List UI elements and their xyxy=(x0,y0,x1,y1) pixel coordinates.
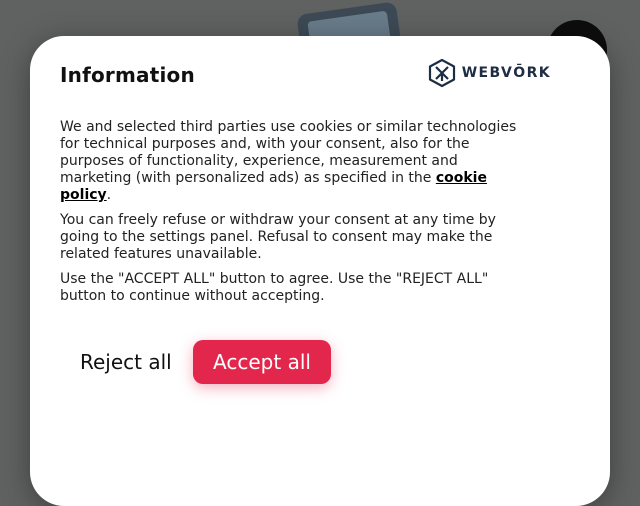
webvork-logo-text: WEBVŌRK xyxy=(461,65,551,81)
accept-all-button[interactable]: Accept all xyxy=(193,340,331,384)
webvork-logo-icon xyxy=(428,58,455,88)
consent-paragraph-3: Use the "ACCEPT ALL" button to agree. Us… xyxy=(60,271,489,304)
dialog-body: We and selected third parties use cookie… xyxy=(60,119,530,313)
webvork-logo: WEBVŌRK xyxy=(428,58,551,88)
consent-paragraph-1: We and selected third parties use cookie… xyxy=(60,119,530,204)
reject-all-button[interactable]: Reject all xyxy=(60,340,190,384)
dialog-header: Information WEBVŌRK xyxy=(60,58,550,93)
dialog-title: Information xyxy=(60,63,195,87)
consent-paragraph-1-end: . xyxy=(106,187,112,203)
consent-paragraph-2: You can freely refuse or withdraw your c… xyxy=(60,212,496,262)
